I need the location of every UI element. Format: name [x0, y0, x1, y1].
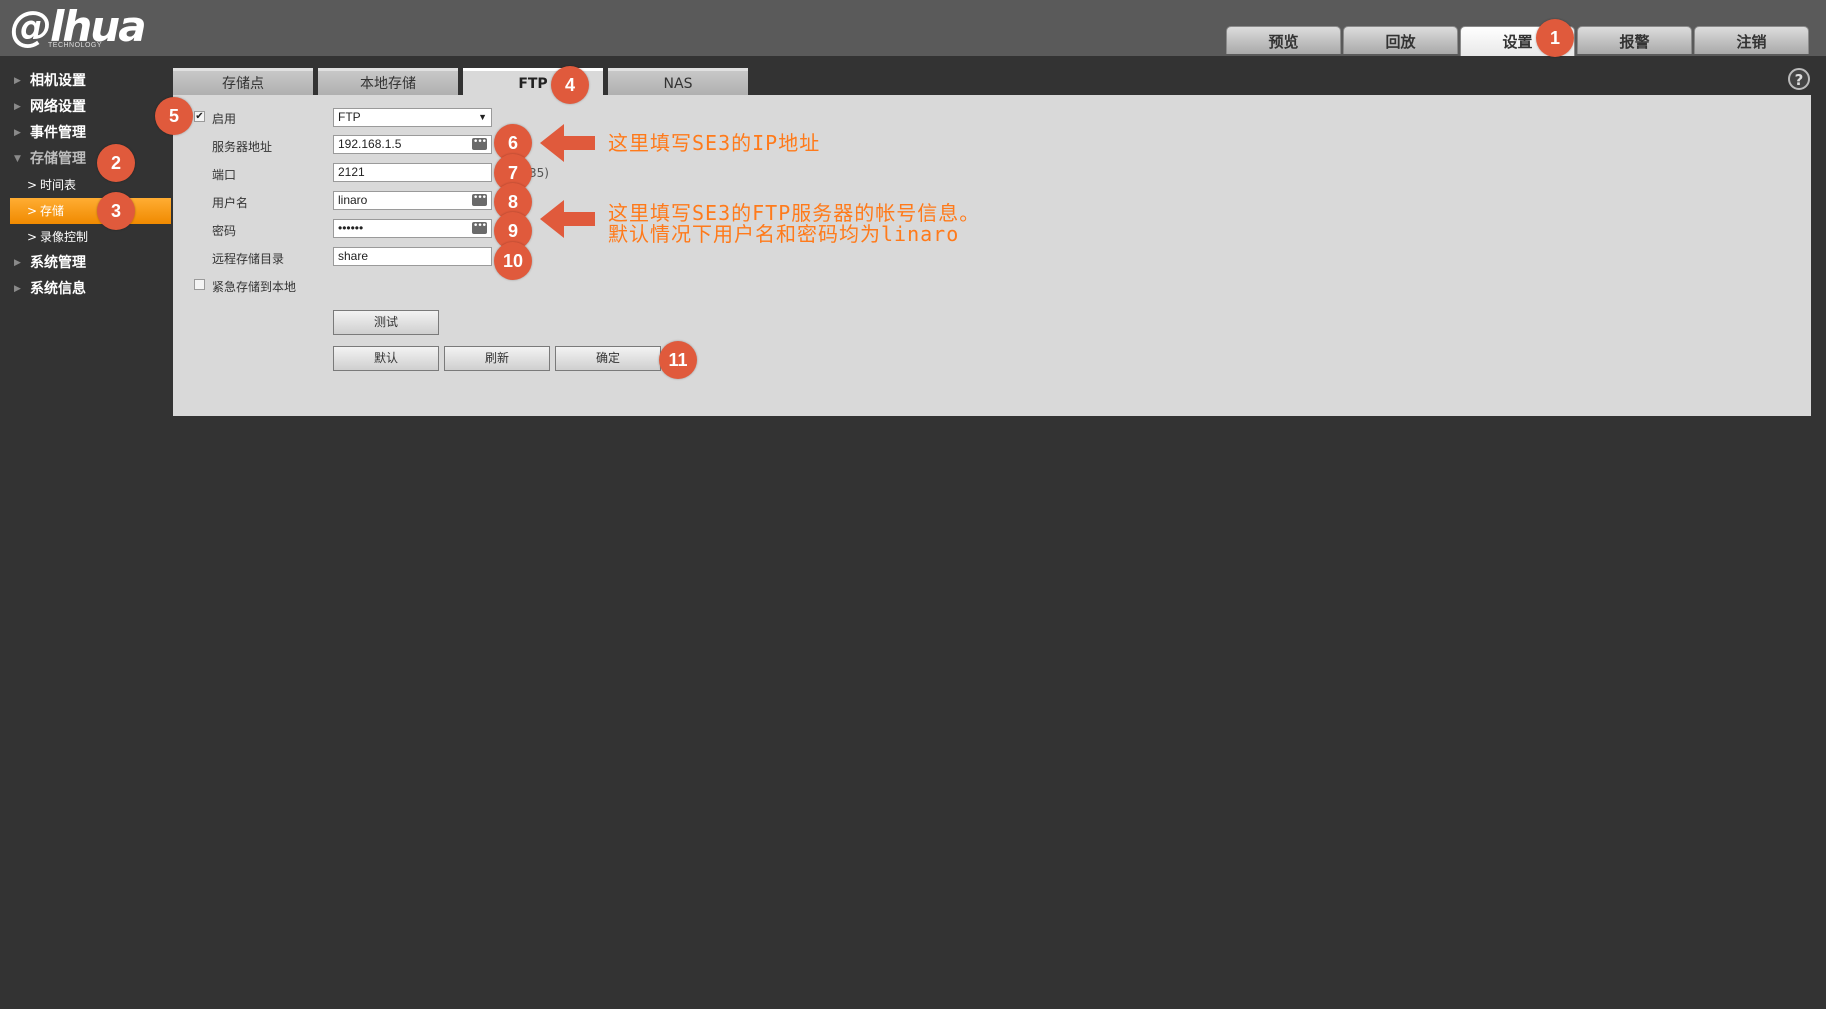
- protocol-select[interactable]: FTP ▼: [333, 108, 492, 127]
- test-button[interactable]: 测试: [333, 310, 439, 335]
- annotation-badge-2: 2: [97, 144, 135, 182]
- password-label: 密码: [212, 224, 237, 238]
- keyboard-icon[interactable]: •••: [472, 222, 487, 234]
- emergency-local-checkbox[interactable]: [194, 279, 205, 290]
- help-icon[interactable]: ?: [1788, 68, 1810, 90]
- remote-dir-value: share: [338, 249, 369, 263]
- sidebar: ▶ 相机设置 ▶ 网络设置 ▶ 事件管理 ▼ 存储管理 > 时间表 > 存储 >…: [0, 68, 172, 302]
- chevron-right-icon: >: [27, 178, 38, 192]
- server-address-value: 192.168.1.5: [338, 137, 402, 151]
- triangle-right-icon: ▶: [14, 128, 21, 138]
- nav-playback-button[interactable]: 回放: [1343, 26, 1458, 54]
- sidebar-item-system-management[interactable]: ▶ 系统管理: [0, 250, 172, 276]
- password-value: ••••••: [338, 221, 364, 235]
- triangle-right-icon: ▶: [14, 102, 21, 112]
- tab-storage-point[interactable]: 存储点: [173, 68, 313, 95]
- content-tabs: 存储点 本地存储 FTP NAS: [173, 68, 748, 95]
- password-input[interactable]: ••••••: [333, 219, 492, 238]
- tab-nas[interactable]: NAS: [608, 68, 748, 95]
- protocol-select-value: FTP: [338, 110, 361, 124]
- default-button[interactable]: 默认: [333, 346, 439, 371]
- port-label: 端口: [212, 168, 237, 182]
- sidebar-item-label: 网络设置: [30, 99, 86, 115]
- triangle-down-icon: ▼: [14, 154, 21, 164]
- annotation-note-account-line2: 默认情况下用户名和密码均为linaro: [608, 222, 960, 246]
- tab-local-storage[interactable]: 本地存储: [318, 68, 458, 95]
- sidebar-subitem-schedule[interactable]: > 时间表: [0, 172, 172, 198]
- sidebar-item-label: 系统管理: [30, 255, 86, 271]
- port-value: 2121: [338, 165, 365, 179]
- triangle-right-icon: ▶: [14, 258, 21, 268]
- server-address-input[interactable]: 192.168.1.5: [333, 135, 492, 154]
- annotation-badge-4: 4: [551, 66, 589, 104]
- ok-button[interactable]: 确定: [555, 346, 661, 371]
- chevron-right-icon: >: [27, 230, 38, 244]
- top-nav: 预览 回放 设置 报警 注销: [1226, 26, 1809, 56]
- sidebar-item-label: 事件管理: [30, 125, 86, 141]
- username-value: linaro: [338, 193, 368, 207]
- sidebar-item-event-management[interactable]: ▶ 事件管理: [0, 120, 172, 146]
- port-input[interactable]: 2121: [333, 163, 492, 182]
- nav-alarm-button[interactable]: 报警: [1577, 26, 1692, 54]
- username-label: 用户名: [212, 196, 249, 210]
- enable-label: 启用: [212, 112, 237, 126]
- remote-dir-input[interactable]: share: [333, 247, 492, 266]
- left-arrow-icon: [540, 124, 595, 162]
- username-input[interactable]: linaro: [333, 191, 492, 210]
- dahua-logo: @lhua TECHNOLOGY: [10, 2, 160, 52]
- logo-subtitle: TECHNOLOGY: [48, 42, 103, 49]
- sidebar-subitem-label: 时间表: [40, 178, 77, 192]
- sidebar-item-system-info[interactable]: ▶ 系统信息: [0, 276, 172, 302]
- keyboard-icon[interactable]: •••: [472, 194, 487, 206]
- dropdown-arrow-icon: ▼: [478, 112, 487, 122]
- sidebar-item-label: 系统信息: [30, 281, 86, 297]
- annotation-badge-1: 1: [1536, 19, 1574, 57]
- left-arrow-icon: [540, 200, 595, 238]
- annotation-note-ip: 这里填写SE3的IP地址: [608, 131, 821, 155]
- annotation-badge-5: 5: [155, 97, 193, 135]
- annotation-badge-10: 10: [494, 242, 532, 280]
- triangle-right-icon: ▶: [14, 76, 21, 86]
- annotation-badge-11: 11: [659, 341, 697, 379]
- triangle-right-icon: ▶: [14, 284, 21, 294]
- enable-checkbox[interactable]: ✔: [194, 111, 205, 122]
- sidebar-subitem-label: 存储: [40, 204, 65, 218]
- sidebar-item-camera-settings[interactable]: ▶ 相机设置: [0, 68, 172, 94]
- nav-preview-button[interactable]: 预览: [1226, 26, 1341, 54]
- sidebar-item-label: 存储管理: [30, 151, 86, 167]
- nav-logout-button[interactable]: 注销: [1694, 26, 1809, 54]
- sidebar-item-network-settings[interactable]: ▶ 网络设置: [0, 94, 172, 120]
- keyboard-icon[interactable]: •••: [472, 138, 487, 150]
- sidebar-subitem-storage[interactable]: > 存储: [10, 198, 171, 224]
- annotation-badge-3: 3: [97, 192, 135, 230]
- ftp-settings-panel: ✔ 启用 FTP ▼ 服务器地址 192.168.1.5 ••• 端口 2121…: [173, 95, 1811, 416]
- server-address-label: 服务器地址: [212, 140, 273, 154]
- chevron-right-icon: >: [27, 204, 38, 218]
- sidebar-item-storage-management[interactable]: ▼ 存储管理: [0, 146, 172, 172]
- remote-dir-label: 远程存储目录: [212, 252, 285, 266]
- refresh-button[interactable]: 刷新: [444, 346, 550, 371]
- sidebar-subitem-label: 录像控制: [40, 230, 89, 244]
- sidebar-item-label: 相机设置: [30, 73, 86, 89]
- sidebar-subitem-record-control[interactable]: > 录像控制: [0, 224, 172, 250]
- emergency-local-label: 紧急存储到本地: [212, 280, 297, 294]
